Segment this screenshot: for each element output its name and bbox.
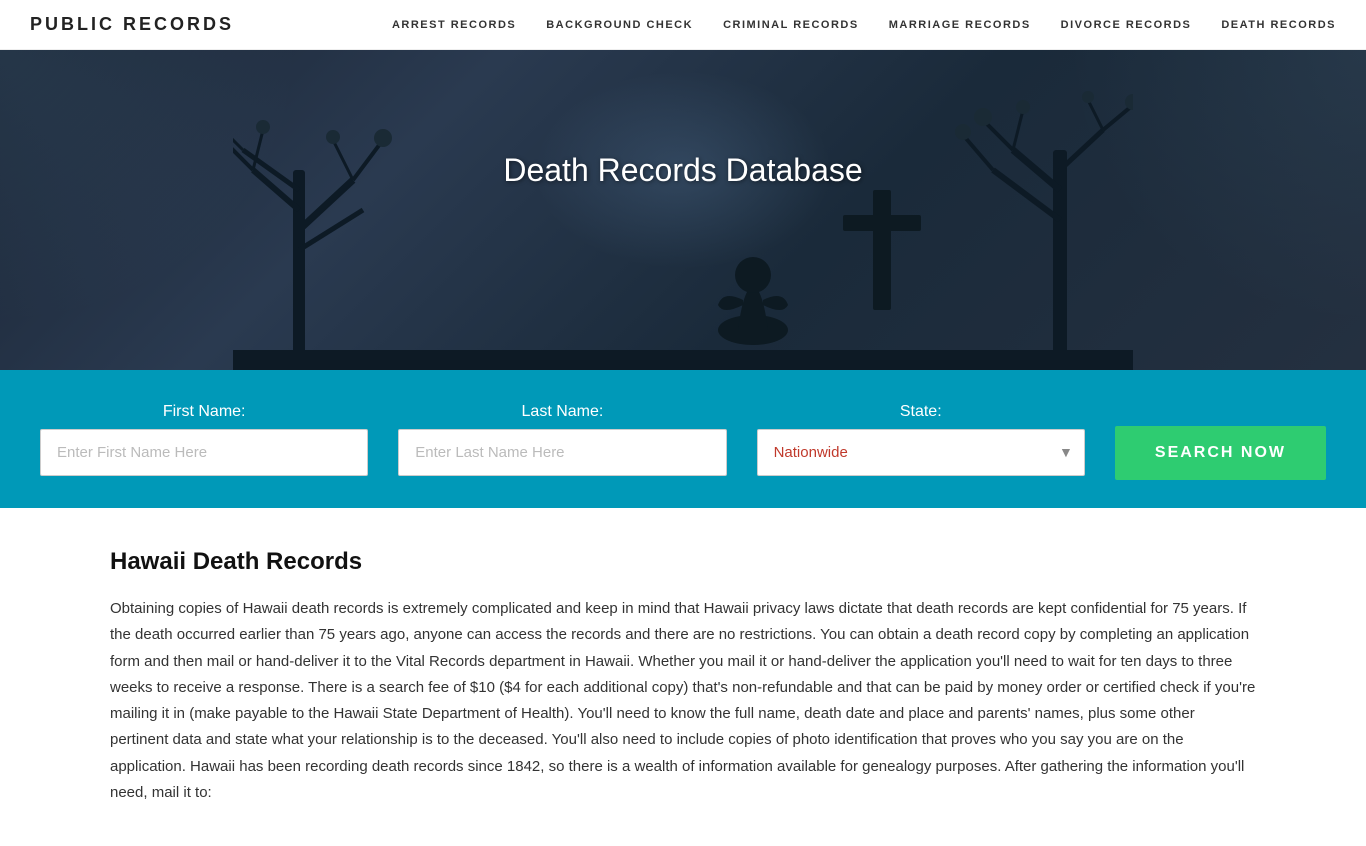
nav-divorce-records[interactable]: DIVORCE RECORDS <box>1061 19 1192 31</box>
last-name-label: Last Name: <box>398 403 726 421</box>
nav-criminal-records[interactable]: CRIMINAL RECORDS <box>723 19 859 31</box>
first-name-field: First Name: <box>40 403 368 476</box>
search-section: First Name: Last Name: State: Nationwide… <box>0 370 1366 508</box>
state-select[interactable]: NationwideAlabamaAlaskaArizonaArkansasCa… <box>757 429 1085 476</box>
last-name-input[interactable] <box>398 429 726 476</box>
hero-title: Death Records Database <box>503 152 862 189</box>
header: PUBLIC RECORDS ARREST RECORDS BACKGROUND… <box>0 0 1366 50</box>
hero-silhouette <box>233 90 1133 370</box>
state-select-wrapper: NationwideAlabamaAlaskaArizonaArkansasCa… <box>757 429 1085 476</box>
content-body: Obtaining copies of Hawaii death records… <box>110 596 1256 806</box>
main-nav: ARREST RECORDS BACKGROUND CHECK CRIMINAL… <box>392 19 1336 31</box>
first-name-label: First Name: <box>40 403 368 421</box>
hero-section: Death Records Database <box>0 50 1366 370</box>
site-logo: PUBLIC RECORDS <box>30 14 234 35</box>
search-now-button[interactable]: SEARCH NOW <box>1115 426 1326 480</box>
state-label: State: <box>757 403 1085 421</box>
state-field: State: NationwideAlabamaAlaskaArizonaArk… <box>757 403 1085 476</box>
nav-arrest-records[interactable]: ARREST RECORDS <box>392 19 516 31</box>
last-name-field: Last Name: <box>398 403 726 476</box>
content-heading: Hawaii Death Records <box>110 548 1256 576</box>
nav-marriage-records[interactable]: MARRIAGE RECORDS <box>889 19 1031 31</box>
nav-death-records[interactable]: DEATH RECORDS <box>1221 19 1336 31</box>
first-name-input[interactable] <box>40 429 368 476</box>
content-section: Hawaii Death Records Obtaining copies of… <box>0 508 1366 846</box>
nav-background-check[interactable]: BACKGROUND CHECK <box>546 19 693 31</box>
